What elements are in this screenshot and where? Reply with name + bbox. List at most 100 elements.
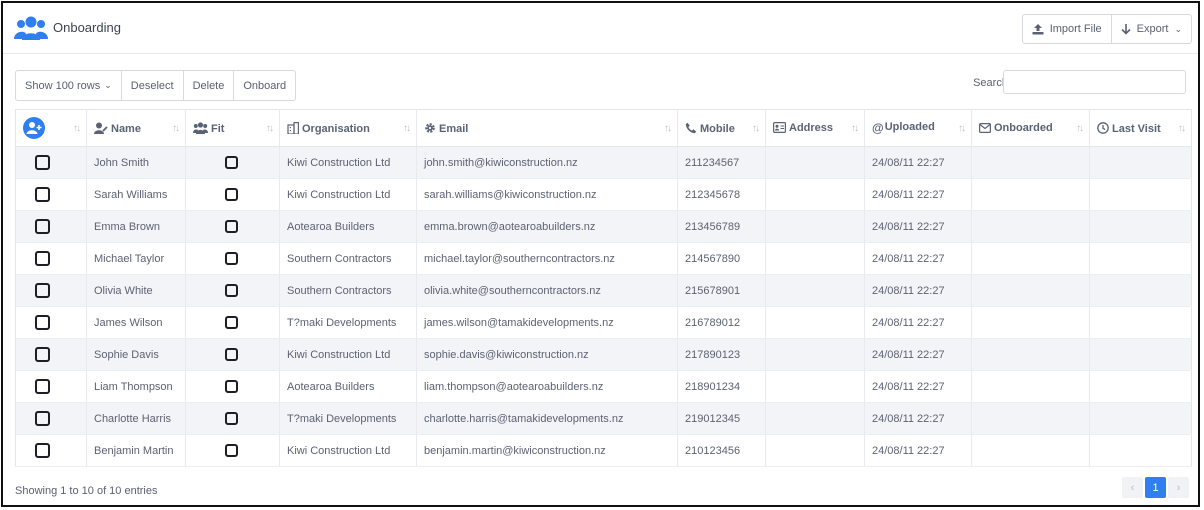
fit-cell — [185, 178, 280, 211]
gear-icon — [425, 122, 435, 133]
last-visit-cell — [1089, 210, 1192, 243]
name-cell: Michael Taylor — [86, 242, 186, 275]
sort-icon[interactable]: ↑↓ — [752, 123, 760, 134]
import-file-label: Import File — [1049, 23, 1102, 35]
table-row[interactable]: Sophie Davis Kiwi Construction Ltd sophie.… — [15, 338, 1192, 371]
column-header-uploaded[interactable]: @Uploaded ↑↓ — [864, 109, 972, 147]
row-select-checkbox[interactable] — [35, 315, 50, 330]
table-toolbar: Show 100 rows ⌄ Deselect Delete Onboard — [15, 70, 297, 101]
table-row[interactable]: Benjamin Martin Kiwi Construction Ltd benj… — [15, 434, 1192, 467]
column-header-last-visit[interactable]: Last Visit ↑↓ — [1089, 109, 1192, 147]
header-actions: Import File Export ⌄ — [1021, 14, 1192, 44]
row-select-cell — [15, 370, 87, 403]
select-all-header[interactable]: ↑↓ — [15, 109, 87, 147]
sort-icon[interactable]: ↑↓ — [958, 123, 966, 134]
address-cell — [765, 146, 865, 179]
delete-button[interactable]: Delete — [182, 71, 234, 100]
organisation-cell: Southern Contractors — [279, 274, 417, 307]
row-select-checkbox[interactable] — [35, 443, 50, 458]
fit-checkbox[interactable] — [225, 284, 238, 297]
mobile-cell: 214567890 — [677, 242, 766, 275]
table-row[interactable]: Sarah Williams Kiwi Construction Ltd sarah… — [15, 178, 1192, 211]
import-file-button[interactable]: Import File — [1023, 15, 1111, 43]
row-select-cell — [15, 306, 87, 339]
address-cell — [765, 178, 865, 211]
column-header-mobile[interactable]: Mobile ↑↓ — [677, 109, 766, 147]
sort-icon[interactable]: ↑↓ — [172, 123, 180, 134]
envelope-icon — [979, 123, 991, 133]
table-row[interactable]: Liam Thompson Aotearoa Builders liam.thomp… — [15, 370, 1192, 403]
column-header-address[interactable]: Address ↑↓ — [765, 109, 865, 147]
column-label-mobile: Mobile — [700, 122, 735, 135]
email-cell: james.wilson@tamakidevelopments.nz — [416, 306, 678, 339]
table-row[interactable]: John Smith Kiwi Construction Ltd john.smit… — [15, 146, 1192, 179]
row-select-cell — [15, 434, 87, 467]
row-select-checkbox[interactable] — [35, 251, 50, 266]
row-select-checkbox[interactable] — [35, 219, 50, 234]
table-info: Showing 1 to 10 of 10 entries — [15, 485, 158, 497]
row-select-checkbox[interactable] — [35, 379, 50, 394]
next-page-button[interactable]: › — [1168, 477, 1189, 498]
column-header-name[interactable]: Name ↑↓ — [86, 109, 186, 147]
column-label-name: Name — [111, 122, 141, 135]
fit-checkbox[interactable] — [225, 380, 238, 393]
row-select-checkbox[interactable] — [35, 155, 50, 170]
table-row[interactable]: Emma Brown Aotearoa Builders emma.brown@ao… — [15, 210, 1192, 243]
column-header-email[interactable]: Email ↑↓ — [416, 109, 678, 147]
onboarding-table: ↑↓ Name ↑↓ Fit ↑↓ Organisation ↑↓ Email … — [15, 109, 1192, 467]
column-label-onboarded: Onboarded — [994, 122, 1053, 134]
last-visit-cell — [1089, 370, 1192, 403]
sort-icon[interactable]: ↑↓ — [1178, 123, 1186, 134]
sort-icon[interactable]: ↑↓ — [664, 123, 672, 134]
sort-icon[interactable]: ↑↓ — [403, 123, 411, 134]
fit-cell — [185, 146, 280, 179]
name-cell: Charlotte Harris — [86, 402, 186, 435]
column-label-address: Address — [789, 122, 834, 134]
name-cell: Liam Thompson — [86, 370, 186, 403]
deselect-button[interactable]: Deselect — [120, 71, 183, 100]
onboard-button[interactable]: Onboard — [233, 71, 295, 100]
fit-checkbox[interactable] — [225, 188, 238, 201]
row-select-checkbox[interactable] — [35, 411, 50, 426]
show-rows-label: Show 100 rows — [25, 79, 101, 92]
fit-checkbox[interactable] — [225, 252, 238, 265]
column-header-organisation[interactable]: Organisation ↑↓ — [279, 109, 417, 147]
email-cell: charlotte.harris@tamakidevelopments.nz — [416, 402, 678, 435]
organisation-cell: Kiwi Construction Ltd — [279, 338, 417, 371]
previous-page-button[interactable]: ‹ — [1122, 477, 1143, 498]
sort-icon[interactable]: ↑↓ — [1076, 123, 1084, 134]
row-select-checkbox[interactable] — [35, 283, 50, 298]
sort-icon[interactable]: ↑↓ — [73, 123, 81, 134]
sort-icon[interactable]: ↑↓ — [851, 123, 859, 134]
row-select-checkbox[interactable] — [35, 187, 50, 202]
fit-checkbox[interactable] — [225, 412, 238, 425]
fit-cell — [185, 306, 280, 339]
last-visit-cell — [1089, 306, 1192, 339]
address-cell — [765, 434, 865, 467]
export-button[interactable]: Export ⌄ — [1110, 15, 1191, 43]
address-cell — [765, 306, 865, 339]
fit-checkbox[interactable] — [225, 316, 238, 329]
column-header-onboarded[interactable]: Onboarded ↑↓ — [971, 109, 1090, 147]
table-row[interactable]: James Wilson T?maki Developments james.wil… — [15, 306, 1192, 339]
table-row[interactable]: Michael Taylor Southern Contractors michae… — [15, 242, 1192, 275]
table-row[interactable]: Olivia White Southern Contractors olivia.w… — [15, 274, 1192, 307]
column-label-fit: Fit — [211, 122, 225, 135]
fit-checkbox[interactable] — [225, 348, 238, 361]
row-select-checkbox[interactable] — [35, 347, 50, 362]
uploaded-cell: 24/08/11 22:27 — [864, 210, 972, 243]
uploaded-cell: 24/08/11 22:27 — [864, 274, 972, 307]
sort-icon[interactable]: ↑↓ — [266, 123, 274, 134]
page-button[interactable]: 1 — [1145, 477, 1166, 498]
search-input[interactable] — [1003, 70, 1186, 94]
table-row[interactable]: Charlotte Harris T?maki Developments charl… — [15, 402, 1192, 435]
column-header-fit[interactable]: Fit ↑↓ — [185, 109, 280, 147]
row-select-cell — [15, 178, 87, 211]
mobile-cell: 217890123 — [677, 338, 766, 371]
fit-checkbox[interactable] — [225, 444, 238, 457]
fit-cell — [185, 274, 280, 307]
fit-checkbox[interactable] — [225, 220, 238, 233]
fit-checkbox[interactable] — [225, 156, 238, 169]
row-select-cell — [15, 242, 87, 275]
show-rows-button[interactable]: Show 100 rows ⌄ — [16, 71, 121, 100]
